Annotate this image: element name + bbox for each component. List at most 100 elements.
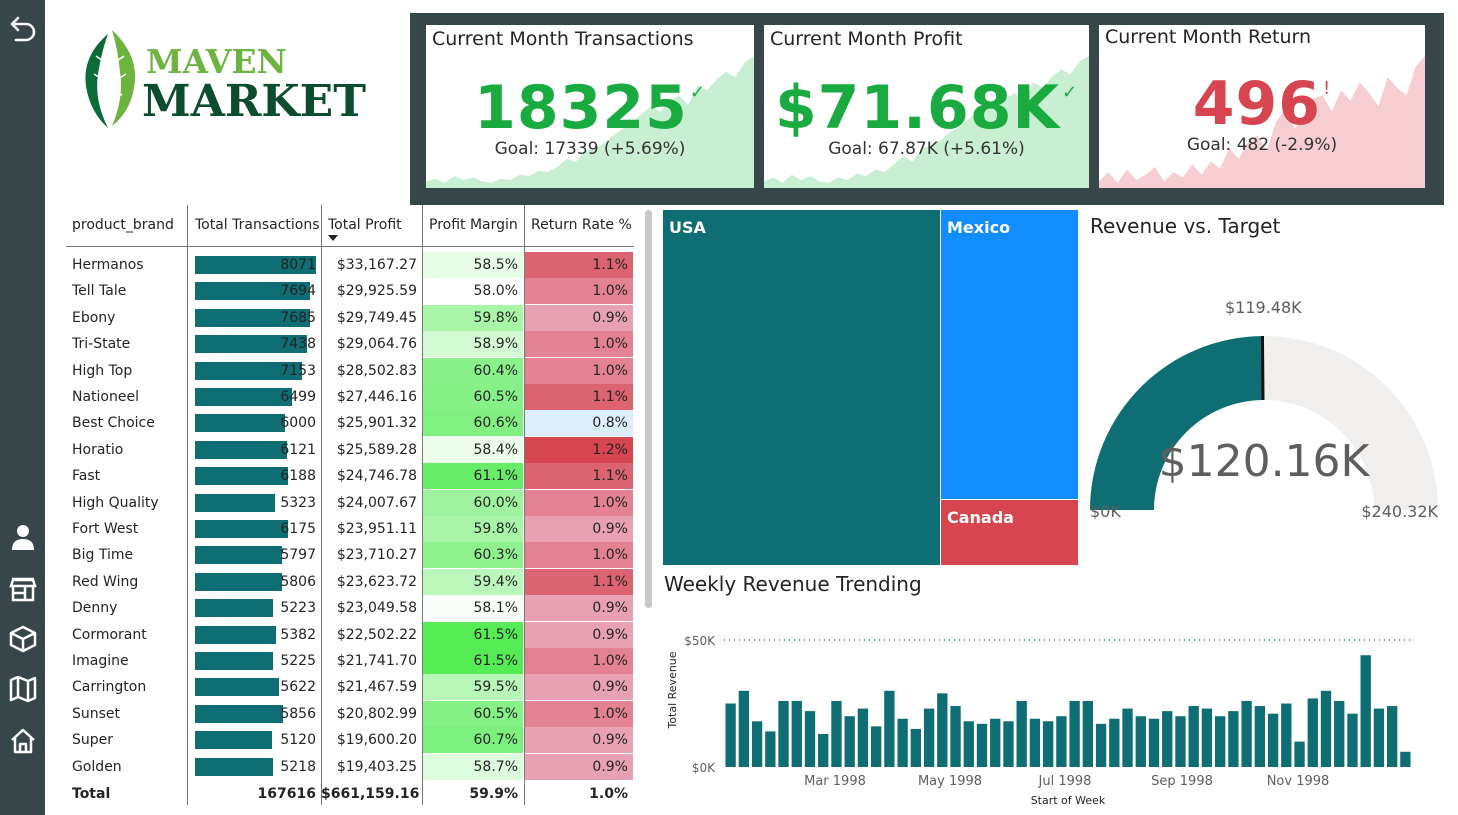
revenue-gauge[interactable]: $120.16K $119.48K $0K $240.32K	[1080, 290, 1450, 530]
revenue-bar[interactable]	[1281, 703, 1292, 768]
table-row[interactable]: Nationeel 6499 $27,446.16 60.5% 1.1%	[66, 384, 634, 410]
revenue-bar[interactable]	[1016, 700, 1027, 767]
revenue-bar[interactable]	[1373, 708, 1385, 767]
revenue-bar[interactable]	[1228, 711, 1239, 767]
revenue-bar[interactable]	[1201, 708, 1213, 767]
revenue-bar[interactable]	[831, 700, 842, 767]
sort-descending-icon[interactable]	[328, 235, 338, 241]
revenue-bar[interactable]	[1307, 698, 1318, 767]
cell-return-rate: 1.1%	[525, 384, 633, 410]
revenue-bar[interactable]	[897, 718, 908, 767]
treemap-tile-canada[interactable]: Canada	[941, 500, 1078, 565]
revenue-bar[interactable]	[1095, 723, 1107, 767]
revenue-bar[interactable]	[1042, 721, 1054, 767]
revenue-bar[interactable]	[1056, 716, 1067, 767]
revenue-bar[interactable]	[1241, 700, 1252, 767]
revenue-bar[interactable]	[1320, 690, 1332, 767]
treemap-tile-usa[interactable]: USA	[663, 210, 940, 565]
revenue-bar[interactable]	[1003, 721, 1014, 767]
revenue-bar[interactable]	[990, 718, 1001, 767]
column-header-return-rate[interactable]: Return Rate %	[531, 217, 632, 233]
weekly-revenue-chart[interactable]: Total Revenue $50K $0K Mar 1998 May 1998…	[660, 615, 1420, 815]
revenue-bar[interactable]	[870, 726, 882, 767]
revenue-bar[interactable]	[1214, 716, 1226, 767]
table-row[interactable]: Imagine 5225 $21,741.70 61.5% 1.0%	[66, 648, 634, 674]
revenue-bar[interactable]	[1148, 718, 1160, 767]
table-row[interactable]: Carrington 5622 $21,467.59 59.5% 0.9%	[66, 674, 634, 701]
cell-return-rate: 1.0%	[525, 278, 633, 305]
revenue-bar[interactable]	[1135, 716, 1146, 767]
table-row[interactable]: Best Choice 6000 $25,901.32 60.6% 0.8%	[66, 410, 634, 437]
table-row[interactable]: Fort West 6175 $23,951.11 59.8% 0.9%	[66, 516, 634, 542]
table-row[interactable]: Hermanos 8071 $33,167.27 58.5% 1.1%	[66, 252, 634, 278]
store-icon[interactable]	[6, 572, 40, 606]
revenue-bar[interactable]	[1334, 700, 1345, 767]
revenue-bar[interactable]	[804, 711, 816, 767]
table-row[interactable]: Super 5120 $19,600.20 60.7% 0.9%	[66, 727, 634, 754]
kpi-title: Current Month Profit	[770, 28, 963, 50]
product-icon[interactable]	[6, 622, 40, 656]
customer-icon[interactable]	[6, 520, 40, 554]
revenue-bar[interactable]	[1400, 751, 1411, 767]
revenue-bar[interactable]	[1122, 708, 1133, 767]
revenue-bar[interactable]	[1109, 718, 1120, 767]
column-header-brand[interactable]: product_brand	[72, 217, 174, 233]
revenue-bar[interactable]	[1175, 716, 1186, 767]
revenue-bar[interactable]	[1254, 706, 1266, 767]
revenue-bar[interactable]	[765, 731, 776, 767]
revenue-bar[interactable]	[791, 700, 802, 767]
table-scrollbar[interactable]	[645, 210, 652, 608]
revenue-bar[interactable]	[950, 706, 961, 767]
table-row[interactable]: Red Wing 5806 $23,623.72 59.4% 1.1%	[66, 568, 634, 595]
table-row[interactable]: High Quality 5323 $24,007.67 60.0% 1.0%	[66, 489, 634, 516]
cell-profit: $21,467.59	[336, 679, 417, 696]
table-row[interactable]: Tri-State 7438 $29,064.76 58.9% 1.0%	[66, 331, 634, 358]
revenue-bar[interactable]	[1386, 706, 1398, 767]
revenue-bar[interactable]	[844, 716, 855, 767]
kpi-card-profit[interactable]: Current Month Profit $71.68K ✓ Goal: 67.8…	[764, 25, 1089, 188]
revenue-bar[interactable]	[1029, 718, 1041, 767]
kpi-value: 18325 ✓	[474, 73, 706, 143]
table-row[interactable]: Sunset 5856 $20,802.99 60.5% 1.0%	[66, 700, 634, 727]
revenue-bar[interactable]	[751, 721, 763, 767]
column-header-margin[interactable]: Profit Margin	[429, 217, 518, 233]
gauge-max-label: $240.32K	[1361, 502, 1438, 521]
revenue-bar[interactable]	[1360, 655, 1371, 767]
table-row[interactable]: Golden 5218 $19,403.25 58.7% 0.9%	[66, 753, 634, 780]
cell-transactions: 5225	[280, 653, 316, 669]
revenue-bar[interactable]	[1162, 711, 1173, 767]
revenue-bar[interactable]	[910, 728, 922, 767]
table-row[interactable]: Cormorant 5382 $22,502.22 61.5% 0.9%	[66, 621, 634, 648]
table-row[interactable]: Denny 5223 $23,049.58 58.1% 0.9%	[66, 595, 634, 622]
kpi-card-return[interactable]: Current Month Return 496! Goal: 482 (-2.…	[1099, 25, 1425, 188]
revenue-bar[interactable]	[778, 700, 789, 767]
revenue-bar[interactable]	[738, 690, 750, 767]
table-row[interactable]: Horatio 6121 $25,589.28 58.4% 1.2%	[66, 436, 634, 463]
revenue-bar[interactable]	[1267, 713, 1279, 767]
revenue-bar[interactable]	[818, 733, 829, 767]
back-icon[interactable]	[6, 12, 40, 46]
table-row[interactable]: Big Time 5797 $23,710.27 60.3% 1.0%	[66, 542, 634, 569]
revenue-bar[interactable]	[725, 703, 736, 768]
table-row[interactable]: Tell Tale 7694 $29,925.59 58.0% 1.0%	[66, 278, 634, 305]
treemap-tile-mexico[interactable]: Mexico	[941, 210, 1078, 499]
table-row[interactable]: Ebony 7685 $29,749.45 59.8% 0.9%	[66, 304, 634, 331]
revenue-bar[interactable]	[963, 721, 974, 767]
revenue-bar[interactable]	[1082, 700, 1094, 767]
revenue-bar[interactable]	[1069, 700, 1080, 767]
column-header-transactions[interactable]: Total Transactions	[195, 217, 320, 233]
map-icon[interactable]	[6, 672, 40, 706]
home-icon[interactable]	[6, 724, 40, 758]
revenue-bar[interactable]	[923, 708, 935, 767]
revenue-bar[interactable]	[884, 690, 895, 767]
revenue-bar[interactable]	[1294, 741, 1305, 767]
column-header-profit[interactable]: Total Profit	[328, 217, 402, 233]
kpi-card-transactions[interactable]: Current Month Transactions 18325 ✓ Goal: …	[426, 25, 754, 188]
revenue-bar[interactable]	[1188, 706, 1199, 767]
revenue-bar[interactable]	[857, 708, 869, 767]
table-row[interactable]: Fast 6188 $24,746.78 61.1% 1.1%	[66, 463, 634, 490]
table-row[interactable]: High Top 7153 $28,502.83 60.4% 1.0%	[66, 357, 634, 384]
revenue-bar[interactable]	[1347, 713, 1358, 767]
revenue-bar[interactable]	[937, 693, 948, 767]
revenue-bar[interactable]	[976, 723, 988, 767]
